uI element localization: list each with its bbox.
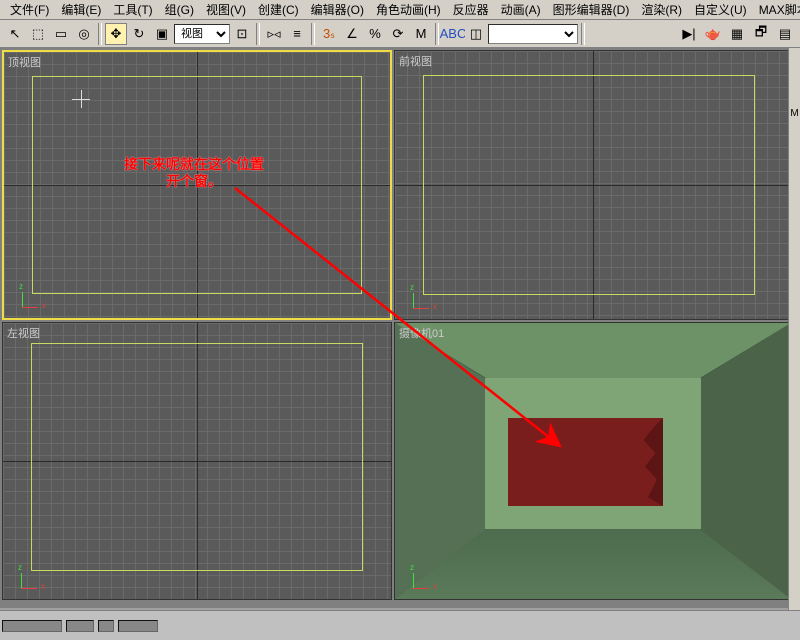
snap-toggle-icon[interactable]: 3ₛ — [318, 23, 340, 45]
angle-snap-icon[interactable]: ∠ — [341, 23, 363, 45]
align-icon[interactable]: ≡ — [286, 23, 308, 45]
menu-group[interactable]: 组(G) — [159, 0, 200, 20]
toolbar-separator — [256, 23, 260, 45]
menu-customize[interactable]: 自定义(U) — [688, 0, 753, 20]
percent-snap-icon[interactable]: % — [364, 23, 386, 45]
toolbar-separator — [435, 23, 439, 45]
status-bar — [0, 610, 800, 640]
menu-modifiers[interactable]: 编辑器(O) — [305, 0, 370, 20]
viewport-label-front: 前视图 — [399, 53, 432, 69]
layers-icon[interactable]: ▤ — [774, 23, 796, 45]
select-window-icon[interactable]: ▭ — [50, 23, 72, 45]
carpet-object — [508, 418, 663, 506]
viewport-label-top: 顶视图 — [8, 54, 41, 70]
status-segment — [66, 620, 94, 632]
annotation-line1: 接下来呢就在这个位置 — [124, 156, 264, 173]
spinner-snap-icon[interactable]: ⟳ — [387, 23, 409, 45]
panel-tab[interactable]: M — [789, 108, 800, 119]
menu-tools[interactable]: 工具(T) — [107, 0, 158, 20]
menu-reactor[interactable]: 反应器 — [447, 0, 495, 20]
menu-animation[interactable]: 动画(A) — [495, 0, 547, 20]
axis-gizmo — [14, 286, 38, 310]
viewport-label-camera: 摄像机01 — [399, 325, 444, 341]
menu-views[interactable]: 视图(V) — [200, 0, 252, 20]
viewport-container: 顶视图 前视图 左视图 摄像机01 接下来呢就在 — [0, 48, 800, 608]
toolbar-separator — [98, 23, 102, 45]
menu-create[interactable]: 创建(C) — [252, 0, 305, 20]
select-arrow-icon[interactable]: ↖ — [4, 23, 26, 45]
menu-rendering[interactable]: 渲染(R) — [635, 0, 688, 20]
toolbar-separator — [311, 23, 315, 45]
menu-character[interactable]: 角色动画(H) — [370, 0, 447, 20]
axis-gizmo — [13, 567, 37, 591]
viewport-camera[interactable]: 摄像机01 — [394, 322, 792, 600]
use-center-icon[interactable]: ⊡ — [231, 23, 253, 45]
material-editor-icon[interactable]: M — [410, 23, 432, 45]
select-circular-icon[interactable]: ◎ — [73, 23, 95, 45]
camera-render — [395, 323, 791, 599]
viewport-front[interactable]: 前视图 — [394, 50, 792, 320]
mirror-icon[interactable]: ▹◃ — [263, 23, 285, 45]
schematic-icon[interactable]: ◫ — [465, 23, 487, 45]
keyframe-icon[interactable]: ▶| — [678, 23, 700, 45]
select-region-icon[interactable]: ⬚ — [27, 23, 49, 45]
room-outline — [31, 343, 363, 571]
viewport-left[interactable]: 左视图 — [2, 322, 392, 600]
named-selection-dropdown[interactable] — [488, 24, 578, 44]
menu-bar: 文件(F) 编辑(E) 工具(T) 组(G) 视图(V) 创建(C) 编辑器(O… — [0, 0, 800, 20]
status-segment — [98, 620, 114, 632]
named-sel-icon[interactable]: ABC — [442, 23, 464, 45]
rotate-icon[interactable]: ↻ — [128, 23, 150, 45]
scale-icon[interactable]: ▣ — [151, 23, 173, 45]
viewport-label-left: 左视图 — [7, 325, 40, 341]
annotation-text: 接下来呢就在这个位置 开个窗。 — [124, 156, 264, 190]
menu-edit[interactable]: 编辑(E) — [55, 0, 107, 20]
axis-gizmo — [405, 287, 429, 311]
move-icon[interactable]: ✥ — [105, 23, 127, 45]
status-segment — [2, 620, 62, 632]
render-scene-icon[interactable]: ▦ — [726, 23, 748, 45]
toolbar-separator — [581, 23, 585, 45]
quick-render-icon[interactable]: 🗗 — [750, 23, 772, 45]
ref-coord-dropdown[interactable]: 视图 — [174, 24, 230, 44]
render-teapot-icon[interactable]: 🫖 — [702, 23, 724, 45]
main-toolbar: ↖ ⬚ ▭ ◎ ✥ ↻ ▣ 视图 ⊡ ▹◃ ≡ 3ₛ ∠ % ⟳ M ABC ◫… — [0, 20, 800, 48]
menu-maxscript[interactable]: MAX脚本(M) — [753, 0, 800, 20]
cursor-icon — [72, 90, 90, 108]
room-outline — [423, 75, 755, 295]
menu-grapheditors[interactable]: 图形编辑器(D) — [547, 0, 636, 20]
annotation-line2: 开个窗。 — [124, 173, 264, 190]
menu-file[interactable]: 文件(F) — [4, 0, 55, 20]
axis-gizmo — [405, 567, 429, 591]
command-panel[interactable]: M — [788, 48, 800, 640]
status-segment — [118, 620, 158, 632]
